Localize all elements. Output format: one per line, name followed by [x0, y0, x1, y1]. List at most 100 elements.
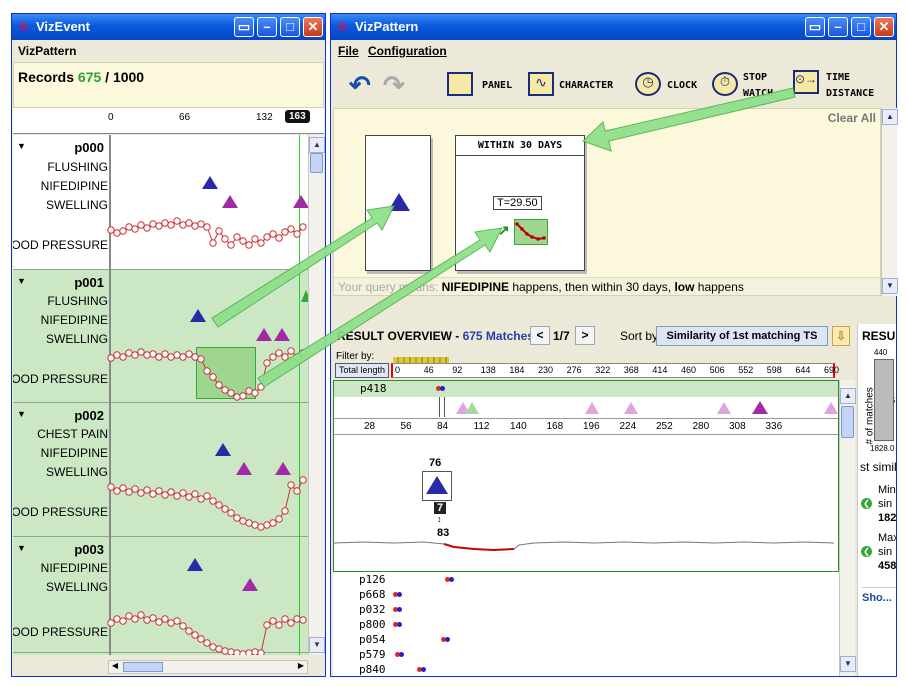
- bp-point[interactable]: [179, 353, 187, 361]
- bp-point[interactable]: [125, 488, 133, 496]
- bp-point[interactable]: [281, 507, 289, 515]
- bp-point[interactable]: [185, 219, 193, 227]
- bp-point[interactable]: [161, 491, 169, 499]
- list-item[interactable]: p579: [333, 647, 833, 662]
- bp-point[interactable]: [239, 392, 247, 400]
- bp-point[interactable]: [197, 355, 205, 363]
- bp-point[interactable]: [227, 648, 235, 655]
- bp-point[interactable]: [119, 227, 127, 235]
- bp-point[interactable]: [107, 354, 115, 362]
- bp-point[interactable]: [149, 490, 157, 498]
- bp-point[interactable]: [257, 523, 265, 531]
- bp-point[interactable]: [173, 492, 181, 500]
- bp-point[interactable]: [215, 227, 223, 235]
- bp-point[interactable]: [251, 235, 259, 243]
- bp-point[interactable]: [131, 351, 139, 359]
- scroll-down-button[interactable]: ▼: [840, 656, 856, 672]
- bp-point[interactable]: [233, 514, 241, 522]
- bp-point[interactable]: [299, 349, 307, 357]
- bp-point[interactable]: [167, 221, 175, 229]
- bp-point[interactable]: [293, 487, 301, 495]
- character-icon[interactable]: ∿: [528, 72, 554, 96]
- time-distance-icon[interactable]: ⊙→: [793, 70, 819, 94]
- canvas-vscroll[interactable]: ▲ ▼: [881, 108, 898, 296]
- bp-point[interactable]: [143, 351, 151, 359]
- bp-point[interactable]: [137, 348, 145, 356]
- bp-point[interactable]: [185, 350, 193, 358]
- bp-point[interactable]: [275, 621, 283, 629]
- bp-point[interactable]: [143, 616, 151, 624]
- bp-point[interactable]: [119, 353, 127, 361]
- bp-point[interactable]: [269, 617, 277, 625]
- bp-point[interactable]: [203, 367, 211, 375]
- scroll-thumb[interactable]: [841, 406, 854, 438]
- tool-character[interactable]: CHARACTER: [559, 80, 613, 91]
- scroll-left-button[interactable]: ◀: [109, 661, 121, 673]
- bp-point[interactable]: [245, 387, 253, 395]
- bp-point[interactable]: [179, 489, 187, 497]
- bp-point[interactable]: [239, 237, 247, 245]
- list-item[interactable]: p668: [333, 587, 833, 602]
- bp-point[interactable]: [269, 519, 277, 527]
- bp-point[interactable]: [239, 517, 247, 525]
- bp-point[interactable]: [161, 219, 169, 227]
- filter-button[interactable]: Total length: [335, 363, 389, 378]
- blood-pressure-points[interactable]: [13, 135, 308, 655]
- bp-point[interactable]: [203, 223, 211, 231]
- bp-point[interactable]: [125, 349, 133, 357]
- bp-point[interactable]: [173, 617, 181, 625]
- bp-point[interactable]: [203, 492, 211, 500]
- bp-point[interactable]: [191, 222, 199, 230]
- bp-point[interactable]: [191, 353, 199, 361]
- bp-point[interactable]: [293, 230, 301, 238]
- bp-point[interactable]: [131, 485, 139, 493]
- bp-point[interactable]: [257, 383, 265, 391]
- bp-point[interactable]: [143, 224, 151, 232]
- bp-point[interactable]: [107, 226, 115, 234]
- bp-point[interactable]: [299, 223, 307, 231]
- bp-point[interactable]: [221, 647, 229, 655]
- bp-point[interactable]: [167, 353, 175, 361]
- list-item[interactable]: p032: [333, 602, 833, 617]
- bp-point[interactable]: [239, 650, 247, 655]
- prev-page-button[interactable]: <: [530, 326, 550, 345]
- show-more-link[interactable]: Sho...: [862, 587, 896, 604]
- tool-stopwatch[interactable]: STOP WATCH: [743, 70, 783, 102]
- bp-point[interactable]: [197, 495, 205, 503]
- list-item[interactable]: p126: [333, 572, 833, 587]
- results-vscroll[interactable]: ▲ ▼: [839, 380, 856, 676]
- bp-point[interactable]: [173, 217, 181, 225]
- bp-point[interactable]: [287, 347, 295, 355]
- bp-point[interactable]: [125, 223, 133, 231]
- bp-point[interactable]: [275, 234, 283, 242]
- redo-icon[interactable]: ↷: [383, 70, 405, 101]
- axis-current-badge[interactable]: 163: [285, 110, 310, 123]
- min-icon[interactable]: ❮: [861, 498, 872, 509]
- bp-point[interactable]: [161, 350, 169, 358]
- bp-point[interactable]: [233, 233, 241, 241]
- bp-point[interactable]: [251, 389, 259, 397]
- event-marker[interactable]: [465, 402, 479, 414]
- bp-point[interactable]: [113, 487, 121, 495]
- tool-clock[interactable]: CLOCK: [667, 80, 697, 91]
- bp-point[interactable]: [251, 521, 259, 529]
- event-marker[interactable]: [824, 402, 838, 414]
- event-marker[interactable]: [585, 402, 599, 414]
- bp-point[interactable]: [119, 484, 127, 492]
- bp-point[interactable]: [137, 221, 145, 229]
- bp-point[interactable]: [113, 229, 121, 237]
- event-marker[interactable]: [752, 401, 768, 414]
- tool-time-distance[interactable]: TIME DISTANCE: [826, 70, 886, 102]
- pattern-panel-2[interactable]: WITHIN 30 DAYS T=29.50 ↗: [455, 135, 585, 271]
- bp-point[interactable]: [167, 488, 175, 496]
- clock-icon[interactable]: ◷: [635, 72, 661, 96]
- bp-point[interactable]: [185, 627, 193, 635]
- sort-direction-icon[interactable]: ⇩: [832, 326, 850, 346]
- bp-point[interactable]: [287, 225, 295, 233]
- bp-point[interactable]: [227, 509, 235, 517]
- bp-point[interactable]: [197, 635, 205, 643]
- bp-point[interactable]: [245, 649, 253, 655]
- close-button[interactable]: ✕: [303, 17, 323, 37]
- extra-button[interactable]: ▭: [234, 17, 254, 37]
- bp-point[interactable]: [197, 220, 205, 228]
